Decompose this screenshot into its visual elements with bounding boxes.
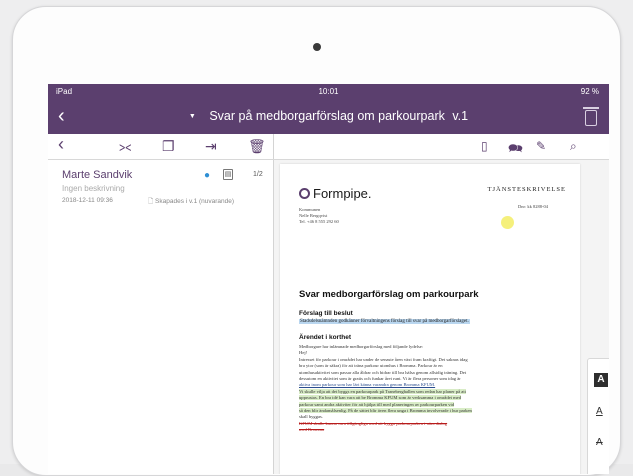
versions-pane: ‹ ⪥ ❐ ⇥ 🗑 Marte Sandvik ● ▤ 1/2 Ingen be…	[48, 134, 274, 474]
touch-indicator	[501, 216, 514, 229]
page-count: 1/2	[253, 171, 263, 178]
version-label: v.1	[452, 109, 469, 123]
underline-tool-button[interactable]: A	[596, 406, 603, 417]
share-icon[interactable]: ⪥	[119, 138, 131, 154]
search-icon[interactable]: ⌕	[570, 139, 577, 154]
logo-ring-icon	[299, 188, 310, 199]
green-highlighted-text[interactable]: Vi skulle vilja att det byggs en parkour…	[299, 388, 466, 394]
item-date: 2018-12-11 09:36	[62, 197, 113, 204]
left-toolbar: ‹ ⪥ ❐ ⇥ 🗑	[48, 134, 274, 160]
sender-line: Tel. +46 8 555 292 60	[299, 219, 339, 224]
green-highlighted-text[interactable]: upprustas. En bra idé kan vara att be Br…	[299, 395, 462, 401]
green-highlighted-text[interactable]: parkour samt andra aktiviter för att hjä…	[299, 401, 455, 407]
document-body: Medborgare har inlämnade medborgarförsla…	[299, 344, 567, 434]
comment-box-icon[interactable]: ▤	[223, 169, 233, 180]
chevron-left-icon[interactable]: ‹	[58, 135, 64, 153]
ipad-device: iPad 10:01 92 % ‹ ▼ Svar på medborgarför…	[0, 0, 633, 476]
title-bar: ‹ ▼ Svar på medborgarförslag om parkourp…	[48, 100, 609, 134]
section-heading: Förslag till beslut	[299, 310, 353, 317]
camera-dot	[313, 43, 321, 51]
title-text: Svar på medborgarförslag om parkourpark	[209, 109, 445, 123]
doc-icon: 🗋	[148, 198, 156, 205]
document-icon[interactable]: ▯	[481, 139, 488, 153]
export-icon[interactable]: ⇥	[205, 138, 217, 154]
struck-text[interactable]: med Bromma	[299, 427, 324, 432]
strikethrough-tool-button[interactable]: A	[596, 437, 603, 448]
battery-level: 92 %	[580, 87, 599, 96]
created-label: Skapades i v.1 (nuvarande)	[155, 198, 235, 205]
underlined-text[interactable]: aktiva inom parkour som har lärt känna v…	[299, 382, 435, 387]
right-toolbar: ▯ 🗪 ✎ ⌕	[274, 134, 609, 160]
trash-icon[interactable]: 🗑	[248, 138, 266, 154]
document-heading: Svar medborgarförslag om parkourpark	[299, 289, 479, 300]
copy-icon[interactable]: ❐	[162, 138, 175, 154]
struck-text[interactable]: KFUM skulle kunna vara tillgängliga med …	[299, 421, 447, 426]
document-pane: ▯ 🗪 ✎ ⌕ Formpipe. TJÄNSTESKRIVELSE Dnr: …	[274, 134, 609, 474]
document-type: TJÄNSTESKRIVELSE	[487, 186, 566, 193]
delete-icon[interactable]	[583, 107, 599, 126]
document-page[interactable]: Formpipe. TJÄNSTESKRIVELSE Dnr: kk 8288-…	[280, 164, 580, 474]
document-number: Dnr: kk 8288-04	[518, 204, 548, 209]
status-bar: iPad 10:01 92 %	[48, 84, 609, 100]
highlighted-text[interactable]: Stadsdelsnämnden godkänner förvaltningen…	[299, 319, 470, 324]
edit-icon[interactable]: ✎	[536, 139, 546, 153]
comments-icon[interactable]: 🗪	[508, 139, 523, 160]
caret-down-icon: ▼	[188, 113, 196, 120]
section-heading: Ärendet i korthet	[299, 334, 352, 341]
logo-text: Formpipe.	[313, 186, 372, 201]
author-name: Marte Sandvik	[62, 169, 133, 181]
app-screen: iPad 10:01 92 % ‹ ▼ Svar på medborgarför…	[48, 84, 609, 474]
version-list-item[interactable]: Marte Sandvik ● ▤ 1/2 Ingen beskrivning …	[48, 160, 274, 218]
formpipe-logo: Formpipe.	[299, 186, 372, 201]
annotation-tools-panel: A A A	[587, 358, 609, 474]
unread-dot-icon: ●	[204, 170, 211, 181]
sender-block: Kommunen Nelle Bergqvist Tel. +46 8 555 …	[299, 207, 379, 225]
item-description: Ingen beskrivning	[62, 184, 125, 193]
document-title[interactable]: ▼ Svar på medborgarförslag om parkourpar…	[48, 109, 609, 123]
green-highlighted-text[interactable]: så den blir ändamålsenlig. På de sättet …	[299, 408, 472, 414]
item-created: 🗋 Skapades i v.1 (nuvarande)	[148, 197, 234, 208]
highlight-tool-button[interactable]: A	[594, 373, 608, 387]
status-time: 10:01	[318, 87, 339, 96]
